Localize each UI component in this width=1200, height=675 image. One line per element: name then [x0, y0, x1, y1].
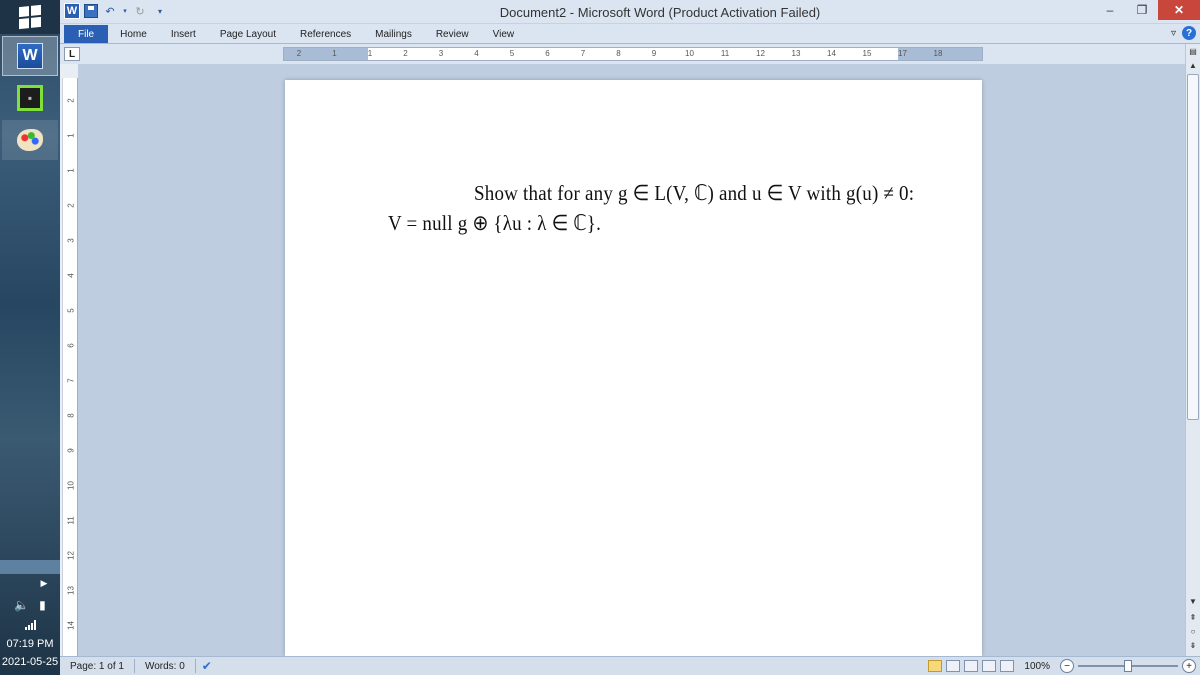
ribbon-tabs: File Home Insert Page Layout References … — [60, 24, 1200, 44]
close-button[interactable]: ✕ — [1158, 0, 1200, 20]
ruler-number: 2 — [66, 203, 76, 208]
browse-object-icon[interactable]: ○ — [1186, 624, 1200, 638]
help-icon[interactable]: ? — [1182, 26, 1196, 40]
full-screen-reading-view-button[interactable] — [946, 660, 961, 672]
ruler-number: 9 — [66, 448, 76, 453]
ruler-number: 9 — [651, 49, 657, 58]
print-layout-view-button[interactable] — [928, 660, 943, 672]
tray-divider — [0, 560, 60, 574]
ruler-number: 1 — [367, 49, 373, 58]
paint-palette-icon — [17, 129, 43, 151]
restore-button[interactable]: ❐ — [1126, 0, 1158, 20]
windows-logo-icon — [19, 4, 41, 30]
ruler-number: 14 — [66, 621, 76, 630]
draft-view-button[interactable] — [1000, 660, 1015, 672]
outline-view-button[interactable] — [982, 660, 997, 672]
ruler-number: 12 — [756, 49, 765, 58]
tab-insert[interactable]: Insert — [159, 25, 208, 43]
ruler-number: 5 — [509, 49, 515, 58]
word-icon: W — [17, 43, 43, 69]
ruler-number: 11 — [66, 516, 76, 525]
ruler-number: 1 — [66, 168, 76, 173]
ruler-number: 4 — [474, 49, 479, 58]
horizontal-ruler[interactable]: 2 1 1 2 3 4 5 6 7 8 9 10 11 12 13 14 15 17 18 — [283, 47, 983, 61]
taskbar-word-app[interactable]: W — [2, 36, 58, 76]
tab-page-layout[interactable]: Page Layout — [208, 25, 288, 43]
ruler-number: 6 — [545, 49, 550, 58]
ruler-bar: L 2 1 1 2 3 4 5 6 7 8 9 10 11 12 13 14 15 17 18 — [60, 44, 1185, 64]
previous-page-icon[interactable]: ⇞ — [1186, 610, 1200, 624]
ruler-number: 18 — [933, 49, 943, 58]
ruler-number: 7 — [580, 49, 586, 58]
tab-references[interactable]: References — [288, 25, 363, 43]
ruler-number: 1 — [332, 49, 337, 58]
scroll-down-icon[interactable]: ▼ — [1186, 594, 1200, 608]
windows-taskbar: W ▪ ▶ 🔈 ▮ 07:19 PM 2021-05-25 — [0, 0, 60, 675]
ruler-number: 6 — [66, 343, 76, 348]
title-bar: W ↶ ▾ ↻ ▾ Document2 - Microsoft Word (Pr… — [60, 0, 1200, 24]
show-hidden-icons-icon[interactable]: ▶ — [0, 576, 60, 590]
minimize-button[interactable]: – — [1094, 0, 1126, 20]
proofing-check-icon[interactable]: ✔ — [202, 659, 218, 673]
ruler-number: 5 — [66, 308, 76, 313]
ruler-number: 15 — [862, 49, 872, 58]
web-layout-view-button[interactable] — [964, 660, 979, 672]
word-count[interactable]: Words: 0 — [135, 659, 196, 673]
volume-muted-icon[interactable]: 🔈 — [14, 598, 29, 612]
document-line-2: V = null g ⊕ {λu : λ ∈ ℂ}. — [388, 212, 602, 236]
ruler-number: 3 — [438, 49, 444, 58]
clock-time[interactable]: 07:19 PM — [0, 637, 60, 651]
document-canvas: Show that for any g ∈ L(V, ℂ) and u ∈ V … — [78, 64, 1185, 656]
next-page-icon[interactable]: ⇟ — [1186, 638, 1200, 652]
tab-file[interactable]: File — [64, 25, 109, 43]
ruler-number: 10 — [685, 49, 694, 58]
zoom-out-button[interactable]: − — [1060, 659, 1074, 673]
zoom-in-button[interactable]: + — [1182, 659, 1196, 673]
zoom-slider-knob[interactable] — [1124, 660, 1132, 672]
ruler-number: 11 — [720, 49, 730, 58]
ruler-number: 13 — [791, 49, 801, 58]
page-count[interactable]: Page: 1 of 1 — [60, 659, 135, 673]
start-button[interactable] — [0, 0, 60, 34]
tab-view[interactable]: View — [481, 25, 527, 43]
taskbar-media-app[interactable]: ▪ — [2, 78, 58, 118]
window-controls: – ❐ ✕ — [1094, 0, 1200, 20]
expand-ribbon-icon[interactable]: ▿ — [1171, 28, 1176, 39]
vertical-scrollbar[interactable]: ▤ ▲ ▼ ⇞ ○ ⇟ — [1185, 44, 1200, 656]
document-page[interactable]: Show that for any g ∈ L(V, ℂ) and u ∈ V … — [285, 80, 982, 656]
clock-date[interactable]: 2021-05-25 — [0, 655, 60, 669]
ruler-number: 2 — [296, 49, 302, 58]
ruler-number: 1 — [66, 133, 76, 138]
tab-mailings[interactable]: Mailings — [363, 25, 424, 43]
zoom-level[interactable]: 100% — [1024, 661, 1050, 672]
ruler-number: 7 — [66, 378, 76, 383]
monitor-icon: ▪ — [17, 85, 43, 111]
document-line-1: Show that for any g ∈ L(V, ℂ) and u ∈ V … — [474, 182, 915, 206]
battery-icon[interactable]: ▮ — [39, 598, 46, 612]
ruler-number: 3 — [66, 238, 76, 243]
ruler-number: 13 — [66, 586, 76, 595]
tab-selector[interactable]: L — [64, 47, 80, 61]
ruler-toggle-icon[interactable]: ▤ — [1186, 44, 1200, 58]
window-title: Document2 - Microsoft Word (Product Acti… — [499, 5, 821, 20]
ruler-number: 10 — [66, 481, 76, 490]
ruler-number: 14 — [827, 49, 836, 58]
scroll-thumb[interactable] — [1187, 74, 1199, 420]
ruler-number: 2 — [403, 49, 408, 58]
ruler-number: 2 — [66, 98, 76, 103]
taskbar-paint-app[interactable] — [2, 120, 58, 160]
signal-strength-icon[interactable] — [24, 620, 36, 630]
status-bar: Page: 1 of 1 Words: 0 ✔ 100% − + — [60, 656, 1200, 675]
vertical-ruler[interactable]: 2 1 1 2 3 4 5 6 7 8 9 10 11 12 13 14 — [62, 78, 78, 656]
tab-review[interactable]: Review — [424, 25, 481, 43]
ruler-number: 8 — [66, 413, 76, 418]
scroll-up-icon[interactable]: ▲ — [1186, 58, 1200, 72]
ruler-number: 4 — [66, 273, 76, 278]
zoom-slider[interactable] — [1078, 660, 1178, 672]
tab-home[interactable]: Home — [108, 25, 159, 43]
ruler-number: 17 — [898, 49, 907, 58]
ruler-number: 12 — [66, 551, 76, 560]
ruler-number: 8 — [616, 49, 621, 58]
